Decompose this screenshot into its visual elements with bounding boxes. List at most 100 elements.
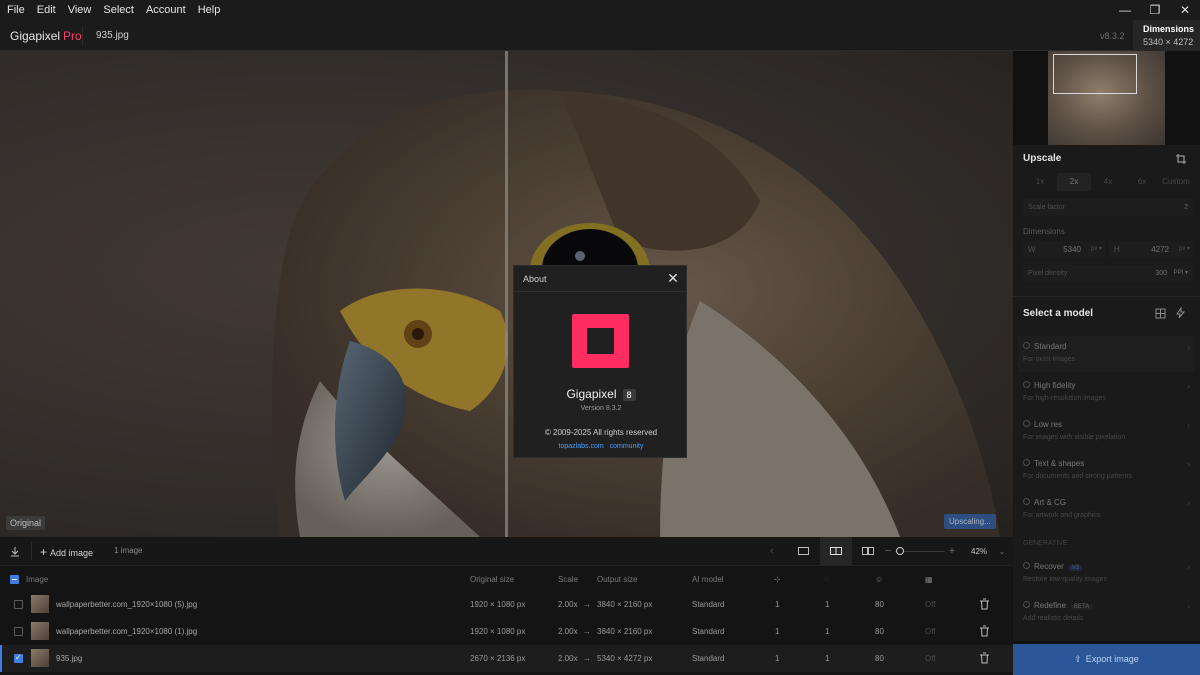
export-image-button[interactable]: ⇪ Export image [1013, 644, 1200, 675]
model-art-cg[interactable]: Art & CG For artwork and graphics › [1018, 492, 1194, 528]
height-value: 4272 [1151, 245, 1169, 254]
export-label: Export image [1085, 654, 1139, 664]
model-name: Text & shapes [1034, 459, 1085, 468]
model-low-res[interactable]: Low res For images with visible pixelati… [1018, 414, 1194, 450]
width-label: W [1028, 245, 1036, 254]
original-badge: Original [6, 516, 46, 530]
scale-custom[interactable]: Custom [1159, 173, 1193, 191]
model-desc: For artwork and graphics [1023, 512, 1101, 519]
menu-select[interactable]: Select [97, 0, 140, 20]
version-tag: V2 [1068, 565, 1083, 571]
lightning-icon[interactable] [1175, 307, 1186, 319]
height-field[interactable]: H 4272 px ▾ [1109, 241, 1193, 258]
crop-icon[interactable] [1175, 153, 1187, 165]
zoom-out-icon[interactable]: − [884, 537, 892, 565]
zoom-level[interactable]: 42% [971, 547, 987, 556]
about-dialog-title: About [523, 274, 547, 284]
column-image[interactable]: Image [26, 575, 48, 584]
scale-selector: 1x 2x 4x 6x Custom [1023, 173, 1193, 191]
column-face-icon: ☺ [875, 575, 884, 584]
beta-tag: BETA [1071, 604, 1093, 610]
height-unit[interactable]: px ▾ [1179, 241, 1190, 258]
scale-2x[interactable]: 2x [1057, 173, 1091, 191]
model-name: Recover V2 [1034, 562, 1083, 571]
compare-models-icon[interactable] [1155, 308, 1166, 319]
width-field[interactable]: W 5340 px ▾ [1023, 241, 1105, 258]
column-param1-icon: ⊹ [774, 575, 781, 584]
scale-6x[interactable]: 6x [1125, 173, 1159, 191]
pixel-density-unit[interactable]: PPI ▾ [1174, 265, 1188, 282]
zoom-slider-handle[interactable] [896, 547, 904, 555]
model-redefine[interactable]: Redefine BETA Add realistic details › [1018, 595, 1194, 631]
menu-file[interactable]: File [0, 0, 31, 20]
topazlabs-link[interactable]: topazlabs.com [559, 443, 604, 450]
scale-4x[interactable]: 4x [1091, 173, 1125, 191]
column-param2-icon: ◌ [824, 575, 829, 584]
row-checkbox[interactable] [14, 600, 23, 609]
model-desc: Restore low-quality images [1023, 576, 1108, 583]
add-image-button[interactable]: + Add image [40, 545, 93, 559]
close-icon[interactable]: ✕ [665, 270, 681, 286]
about-app-name: Gigapixel 8 [514, 387, 688, 401]
column-ai-model[interactable]: AI model [692, 575, 724, 584]
chevron-down-icon[interactable]: ⌄ [996, 537, 1008, 565]
table-row[interactable]: wallpaperbetter.com_1920×1080 (1).jpg 19… [0, 618, 1013, 645]
major-version-badge: 8 [622, 388, 636, 401]
recover-model-icon [1023, 562, 1030, 569]
table-row-selected[interactable]: 935.jpg 2670 × 2136 px 2.00x → 5340 × 42… [0, 645, 1013, 672]
scale-factor-field[interactable]: Scale factor 2 [1023, 199, 1193, 216]
community-link[interactable]: community [610, 443, 644, 450]
model-desc: For most images [1023, 356, 1076, 363]
row-param2: 1 [825, 600, 830, 609]
model-recover[interactable]: Recover V2 Restore low-quality images › [1018, 556, 1194, 592]
menu-view[interactable]: View [62, 0, 98, 20]
zoom-in-icon[interactable]: + [947, 537, 957, 565]
viewport-rectangle[interactable] [1053, 54, 1137, 94]
side-by-side-view-icon[interactable] [856, 537, 880, 565]
trash-icon[interactable] [979, 598, 990, 610]
minimize-button[interactable]: — [1110, 0, 1140, 20]
row-filename: 935.jpg [56, 654, 83, 663]
row-param3: 80 [875, 627, 884, 636]
undo-icon[interactable]: ‹ [764, 537, 780, 565]
add-image-label: Add image [50, 548, 94, 558]
trash-icon[interactable] [979, 625, 990, 637]
redefine-name: Redefine [1034, 601, 1067, 610]
model-high-fidelity[interactable]: High fidelity For high-resolution images… [1018, 375, 1194, 411]
height-label: H [1114, 245, 1120, 254]
collapse-queue-icon[interactable] [6, 537, 24, 565]
scale-factor-label: Scale factor [1028, 204, 1065, 211]
chevron-right-icon: › [1187, 498, 1190, 508]
dimensions-label: Dimensions [1023, 227, 1065, 236]
column-scale[interactable]: Scale [558, 575, 578, 584]
menu-edit[interactable]: Edit [31, 0, 62, 20]
navigator-thumbnail[interactable] [1013, 51, 1200, 145]
row-model: Standard [692, 654, 725, 663]
split-view-icon[interactable] [820, 537, 852, 565]
scale-1x[interactable]: 1x [1023, 173, 1057, 191]
comparison-split-handle[interactable] [505, 51, 508, 537]
row-checkbox[interactable] [14, 627, 23, 636]
select-all-checkbox[interactable] [10, 575, 19, 584]
file-tab[interactable]: 935.jpg [96, 30, 129, 41]
pixel-density-field[interactable]: Pixel density 300 PPI ▾ [1023, 265, 1193, 282]
row-original-size: 1920 × 1080 px [470, 600, 526, 609]
text-shapes-model-icon [1023, 459, 1030, 466]
row-arrow: → [583, 600, 591, 609]
row-checkbox[interactable] [14, 653, 23, 663]
image-canvas[interactable]: Original Upscaling... [0, 51, 1013, 537]
version-label: v8.3.2 [1100, 31, 1125, 41]
column-output-size[interactable]: Output size [597, 575, 637, 584]
model-standard[interactable]: Standard For most images › [1018, 336, 1194, 372]
column-original-size[interactable]: Original size [470, 575, 514, 584]
width-unit[interactable]: px ▾ [1091, 241, 1102, 258]
restore-button[interactable]: ❐ [1140, 0, 1170, 20]
close-window-button[interactable]: ✕ [1170, 0, 1200, 20]
menu-help[interactable]: Help [192, 0, 227, 20]
table-row[interactable]: wallpaperbetter.com_1920×1080 (5).jpg 19… [0, 591, 1013, 618]
model-desc: For documents and strong patterns [1023, 473, 1132, 480]
menu-account[interactable]: Account [140, 0, 192, 20]
trash-icon[interactable] [979, 652, 990, 664]
model-text-shapes[interactable]: Text & shapes For documents and strong p… [1018, 453, 1194, 489]
single-view-icon[interactable] [790, 537, 816, 565]
